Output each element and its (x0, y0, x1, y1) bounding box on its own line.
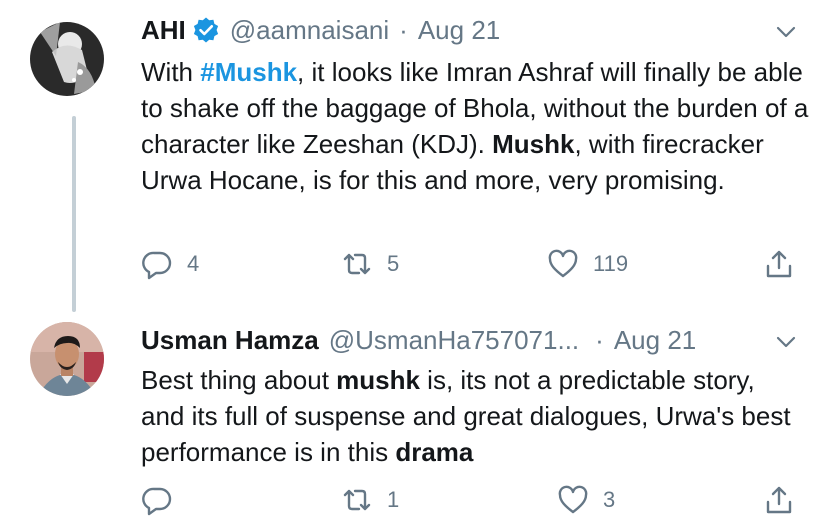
user-handle[interactable]: @aamnaisani (230, 15, 389, 46)
display-name[interactable]: Usman Hamza (141, 325, 319, 356)
separator: · (595, 324, 604, 355)
tweet-1[interactable]: AHI @aamnaisani · Aug 21 With #Mushk, it… (0, 0, 828, 320)
hashtag-link[interactable]: #Mushk (200, 57, 297, 87)
tweet-2[interactable]: Usman Hamza @UsmanHa757071... · Aug 21 B… (0, 320, 828, 532)
reply-button[interactable]: 4 (141, 248, 199, 280)
tweet-text: Best thing about mushk is, its not a pre… (141, 362, 791, 470)
share-icon (766, 250, 792, 278)
reply-icon (142, 487, 172, 516)
like-button[interactable]: 119 (547, 248, 628, 280)
chevron-down-icon[interactable] (774, 20, 798, 44)
retweet-count: 5 (387, 251, 400, 276)
retweet-button[interactable]: 1 (341, 484, 399, 516)
like-count: 119 (593, 251, 629, 276)
tweet-text-part: Best thing about (141, 365, 337, 395)
separator: · (399, 14, 408, 45)
tweet-date[interactable]: Aug 21 (614, 325, 696, 356)
reply-count: 4 (187, 251, 200, 276)
verified-badge-icon (192, 16, 220, 44)
heart-icon (558, 485, 588, 514)
retweet-count: 1 (387, 487, 400, 512)
user-handle[interactable]: @UsmanHa757071... (329, 325, 579, 356)
highlighted-keyword: Mushk (492, 129, 575, 159)
retweet-icon (343, 489, 371, 511)
like-button[interactable]: 3 (557, 484, 615, 516)
retweet-icon (343, 253, 371, 275)
share-button[interactable] (763, 248, 795, 280)
tweet-actions: 1 3 (141, 484, 801, 524)
thread-line (72, 116, 76, 312)
heart-icon (548, 249, 578, 278)
retweet-button[interactable]: 5 (341, 248, 399, 280)
tweet-actions: 4 5 119 (141, 248, 801, 288)
tweet-header: AHI @aamnaisani · Aug 21 (141, 12, 500, 48)
highlighted-keyword: mushk (336, 365, 420, 395)
share-icon (766, 486, 792, 514)
display-name[interactable]: AHI (141, 15, 186, 46)
avatar[interactable] (30, 22, 104, 96)
tweet-date[interactable]: Aug 21 (418, 15, 500, 46)
reply-icon (142, 251, 172, 280)
tweet-text: With #Mushk, it looks like Imran Ashraf … (141, 54, 811, 198)
share-button[interactable] (763, 484, 795, 516)
tweet-header: Usman Hamza @UsmanHa757071... · Aug 21 (141, 322, 696, 358)
highlighted-keyword: drama (395, 437, 474, 467)
chevron-down-icon[interactable] (774, 330, 798, 354)
like-count: 3 (603, 487, 616, 512)
tweet-text-part: With (141, 57, 201, 87)
reply-button[interactable] (141, 484, 187, 516)
avatar[interactable] (30, 322, 104, 396)
